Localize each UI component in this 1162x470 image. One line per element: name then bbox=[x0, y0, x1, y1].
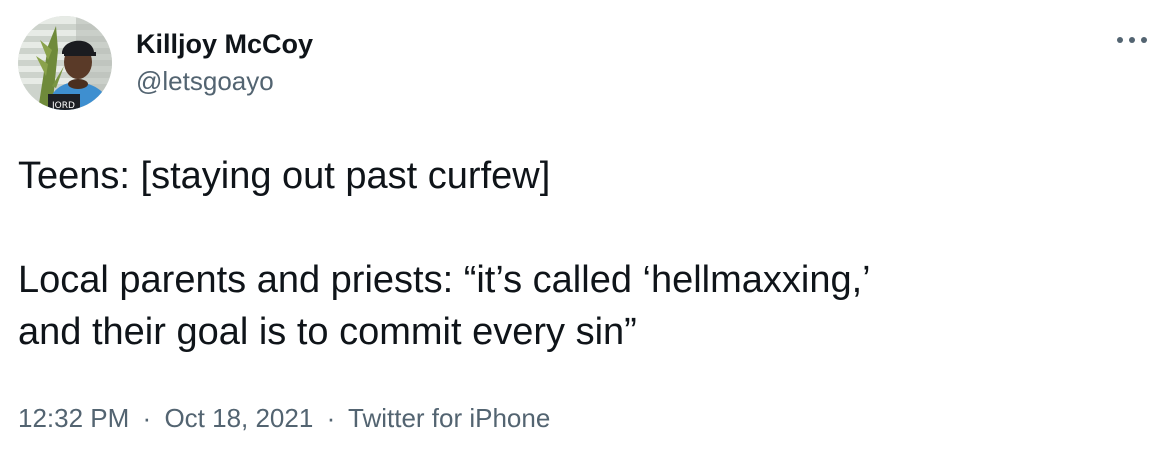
author-handle[interactable]: @letsgoayo bbox=[136, 66, 313, 96]
author-block: Killjoy McCoy @letsgoayo bbox=[136, 28, 313, 96]
avatar-photo: JORD bbox=[18, 16, 112, 110]
more-horizontal-icon bbox=[1117, 37, 1147, 43]
tweet-meta: 12:32 PM · Oct 18, 2021 · Twitter for iP… bbox=[18, 401, 550, 435]
more-button[interactable] bbox=[1112, 28, 1152, 52]
paragraph-break bbox=[18, 202, 1138, 254]
tweet-date[interactable]: Oct 18, 2021 bbox=[164, 403, 313, 433]
tweet-text-line: Teens: [staying out past curfew] bbox=[18, 155, 551, 197]
meta-separator: · bbox=[142, 403, 152, 433]
tweet-time[interactable]: 12:32 PM bbox=[18, 403, 129, 433]
svg-text:JORD: JORD bbox=[51, 101, 75, 110]
author-display-name[interactable]: Killjoy McCoy bbox=[136, 28, 313, 60]
tweet-source[interactable]: Twitter for iPhone bbox=[348, 403, 550, 433]
meta-separator: · bbox=[326, 403, 336, 433]
tweet-text: Teens: [staying out past curfew] Local p… bbox=[18, 150, 1138, 358]
avatar[interactable]: JORD bbox=[18, 16, 112, 110]
tweet-text-line: and their goal is to commit every sin” bbox=[18, 311, 637, 353]
tweet-text-line: Local parents and priests: “it’s called … bbox=[18, 259, 871, 301]
tweet-card: JORD Killjoy McCoy @letsgoayo Teens: [st… bbox=[0, 0, 1162, 470]
